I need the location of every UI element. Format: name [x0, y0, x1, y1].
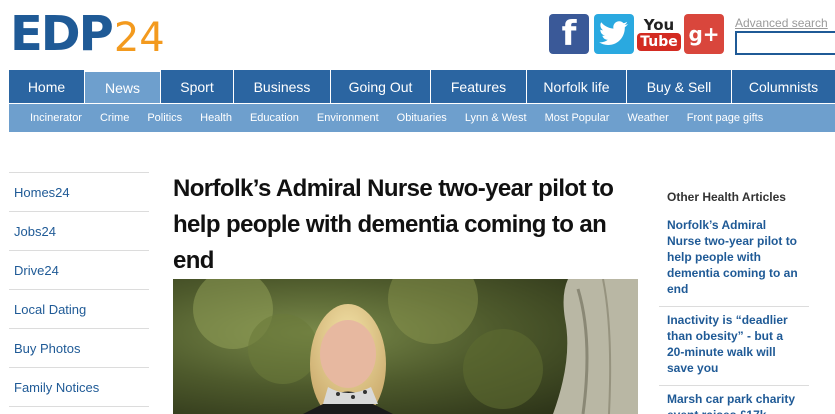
- article-headline: Norfolk’s Admiral Nurse two-year pilot t…: [173, 175, 614, 274]
- subnav-incinerator[interactable]: Incinerator: [30, 112, 82, 124]
- nav-home[interactable]: Home: [9, 70, 85, 103]
- subnav-obituaries[interactable]: Obituaries: [397, 112, 447, 124]
- sidebar-item-local-dating[interactable]: Local Dating: [9, 290, 149, 329]
- article-photo-image: [173, 279, 638, 414]
- other-articles-list: Norfolk’s Admiral Nurse two-year pilot t…: [659, 212, 809, 414]
- google-plus-glyph: g+: [688, 22, 720, 46]
- left-sidebar: Homes24 Jobs24 Drive24 Local Dating Buy …: [9, 172, 149, 407]
- advanced-search-link[interactable]: Advanced search: [735, 16, 828, 30]
- sidebar-item-jobs24[interactable]: Jobs24: [9, 212, 149, 251]
- youtube-tube-text: Tube: [637, 33, 681, 51]
- nav-features[interactable]: Features: [431, 70, 527, 103]
- site-logo[interactable]: EDP 24: [10, 6, 165, 58]
- subnav-politics[interactable]: Politics: [147, 112, 182, 124]
- main-nav: Home News Sport Business Going Out Featu…: [9, 70, 835, 103]
- twitter-bird-icon: [599, 21, 628, 45]
- other-articles-title: Other Health Articles: [667, 190, 786, 204]
- search-input[interactable]: [735, 31, 835, 55]
- sidebar-item-family-notices[interactable]: Family Notices: [9, 368, 149, 407]
- nav-going-out[interactable]: Going Out: [331, 70, 431, 103]
- nav-business[interactable]: Business: [234, 70, 331, 103]
- other-article-link[interactable]: Inactivity is “deadlier than obesity” - …: [659, 307, 809, 386]
- article-photo: [173, 279, 638, 414]
- subnav-front-page-gifts[interactable]: Front page gifts: [687, 112, 763, 124]
- nav-norfolk-life[interactable]: Norfolk life: [527, 70, 627, 103]
- logo-number: 24: [113, 15, 165, 61]
- nav-columnists[interactable]: Columnists: [732, 70, 835, 103]
- sidebar-item-buy-photos[interactable]: Buy Photos: [9, 329, 149, 368]
- other-article-link[interactable]: Norfolk’s Admiral Nurse two-year pilot t…: [659, 212, 809, 307]
- nav-sport[interactable]: Sport: [161, 70, 234, 103]
- youtube-icon[interactable]: You Tube: [637, 14, 681, 54]
- facebook-icon[interactable]: f: [549, 14, 589, 54]
- subnav-most-popular[interactable]: Most Popular: [545, 112, 610, 124]
- nav-news[interactable]: News: [85, 70, 161, 103]
- subnav-education[interactable]: Education: [250, 112, 299, 124]
- sub-nav: Incinerator Crime Politics Health Educat…: [9, 104, 835, 132]
- subnav-environment[interactable]: Environment: [317, 112, 379, 124]
- twitter-icon[interactable]: [594, 14, 634, 54]
- subnav-lynn-west[interactable]: Lynn & West: [465, 112, 527, 124]
- logo-text: EDP: [10, 6, 114, 62]
- sidebar-item-homes24[interactable]: Homes24: [9, 173, 149, 212]
- facebook-glyph: f: [561, 14, 577, 54]
- nav-buy-sell[interactable]: Buy & Sell: [627, 70, 732, 103]
- subnav-weather[interactable]: Weather: [627, 112, 668, 124]
- other-article-link[interactable]: Marsh car park charity event raises £17k: [659, 386, 809, 414]
- youtube-you-text: You: [643, 16, 675, 34]
- sidebar-item-drive24[interactable]: Drive24: [9, 251, 149, 290]
- subnav-crime[interactable]: Crime: [100, 112, 129, 124]
- google-plus-icon[interactable]: g+: [684, 14, 724, 54]
- subnav-health[interactable]: Health: [200, 112, 232, 124]
